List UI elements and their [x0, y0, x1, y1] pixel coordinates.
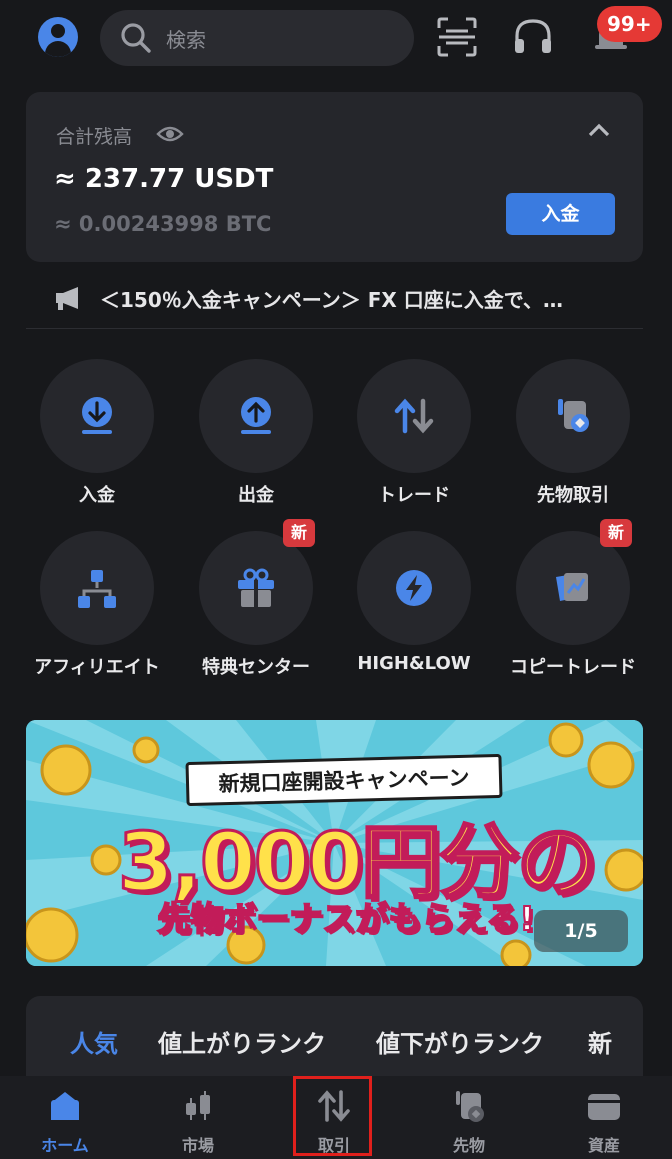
deposit-icon — [82, 397, 112, 434]
nav-futures[interactable]: 先物 — [414, 1086, 524, 1156]
total-balance-label: 合計残高 — [56, 126, 133, 148]
quick-action-label: 特典センター — [202, 657, 310, 678]
top-header: 検索 99+ — [0, 0, 672, 80]
nav-market[interactable]: 市場 — [143, 1086, 253, 1156]
announcement-bar[interactable]: ＜150％入金キャンペーン＞ FX 口座に入金で、… — [54, 280, 614, 316]
lightning-icon — [396, 570, 432, 606]
quick-action-label: HIGH&LOW — [357, 653, 471, 674]
eye-icon[interactable] — [156, 122, 184, 146]
deposit-button[interactable]: 入金 — [506, 193, 615, 235]
trade-icon — [394, 398, 434, 434]
banner-pager: 1/5 — [534, 910, 628, 952]
quick-action-copy-trade[interactable]: 新 コピートレード — [498, 519, 648, 691]
quick-action-label: 入金 — [79, 485, 115, 506]
quick-action-deposit[interactable]: 入金 — [22, 359, 172, 519]
headset-icon[interactable] — [510, 14, 556, 60]
scan-icon[interactable] — [434, 14, 480, 60]
quick-action-trade[interactable]: トレード — [339, 359, 489, 519]
chevron-up-icon[interactable] — [588, 122, 610, 138]
tab-gainers[interactable]: 値上がりランク — [158, 1024, 326, 1059]
balance-card: 合計残高 ≈ 237.77 USDT ≈ 0.00243998 BTC 入金 — [26, 92, 643, 262]
home-icon — [51, 1092, 79, 1120]
futures-icon — [456, 1091, 484, 1122]
futures-icon — [558, 399, 589, 432]
tab-popular[interactable]: 人気 — [70, 1024, 118, 1059]
tab-new[interactable]: 新 — [588, 1024, 612, 1059]
nav-home[interactable]: ホーム — [10, 1086, 120, 1156]
quick-action-label: トレード — [378, 485, 450, 506]
quick-action-label: アフィリエイト — [34, 657, 160, 678]
promo-banner[interactable]: 新規口座開設キャンペーン 3,000円分の 先物ボーナスがもらえる! 1/5 — [26, 720, 643, 966]
divider — [26, 328, 643, 329]
nav-assets[interactable]: 資産 — [549, 1086, 659, 1156]
quick-action-withdraw[interactable]: 出金 — [181, 359, 331, 519]
gift-icon — [238, 568, 274, 607]
ranking-tabs: 人気 値上がりランク 値下がりランク 新 — [26, 996, 643, 1076]
search-input[interactable]: 検索 — [100, 10, 414, 66]
nav-label: 資産 — [587, 1136, 620, 1155]
nav-label: 市場 — [181, 1136, 214, 1155]
announcement-text: ＜150％入金キャンペーン＞ FX 口座に入金で、… — [100, 287, 563, 312]
market-icon — [186, 1091, 210, 1120]
megaphone-icon — [56, 287, 78, 310]
nav-label: 先物 — [452, 1136, 485, 1155]
quick-action-futures[interactable]: 先物取引 — [498, 359, 648, 519]
new-badge: 新 — [600, 519, 632, 547]
search-placeholder: 検索 — [166, 27, 206, 52]
quick-action-label: コピートレード — [510, 657, 636, 678]
wallet-icon — [588, 1094, 620, 1120]
nav-label: ホーム — [41, 1136, 89, 1155]
highlight-box — [293, 1076, 372, 1156]
copy-trade-icon — [556, 573, 588, 601]
notification-badge: 99+ — [597, 6, 662, 42]
balance-usdt: ≈ 237.77 USDT — [54, 164, 274, 194]
avatar-icon[interactable] — [38, 17, 78, 57]
affiliate-icon — [78, 570, 116, 608]
new-badge: 新 — [283, 519, 315, 547]
quick-action-affiliate[interactable]: アフィリエイト — [22, 531, 172, 691]
quick-action-label: 出金 — [238, 485, 274, 506]
banner-subline: 先物ボーナスがもらえる! — [156, 898, 535, 939]
withdraw-icon — [241, 397, 271, 434]
quick-action-highlow[interactable]: HIGH&LOW — [339, 531, 489, 691]
quick-action-label: 先物取引 — [537, 485, 609, 506]
search-icon — [121, 23, 151, 53]
tab-losers[interactable]: 値下がりランク — [376, 1024, 544, 1059]
balance-btc: ≈ 0.00243998 BTC — [54, 212, 272, 236]
quick-action-rewards[interactable]: 新 特典センター — [181, 519, 331, 691]
